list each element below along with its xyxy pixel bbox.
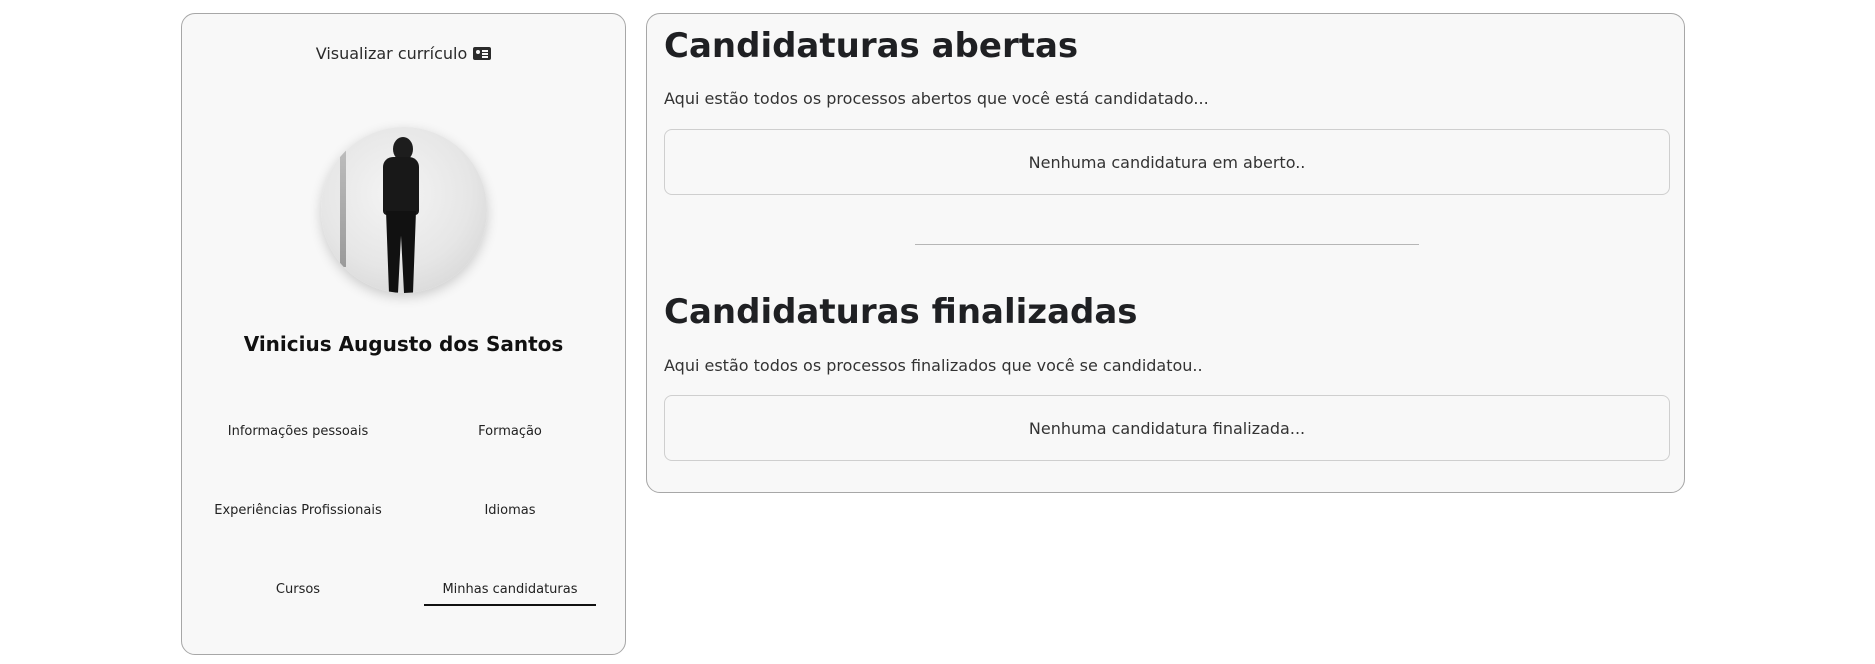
finished-applications-empty: Nenhuma candidatura finalizada... [664, 395, 1670, 461]
profile-card: Visualizar currículo Vinicius Augusto do… [181, 13, 626, 655]
nav-idiomas[interactable]: Idiomas [420, 503, 600, 518]
avatar [321, 127, 487, 293]
open-applications-title: Candidaturas abertas [664, 26, 1079, 66]
user-name: Vinicius Augusto dos Santos [243, 332, 564, 356]
nav-experiencias-profissionais[interactable]: Experiências Profissionais [208, 503, 388, 518]
nav-informacoes-pessoais[interactable]: Informações pessoais [208, 424, 388, 439]
finished-applications-description: Aqui estão todos os processos finalizado… [664, 356, 1203, 375]
view-cv-label: Visualizar currículo [315, 44, 468, 63]
nav-cursos[interactable]: Cursos [208, 582, 388, 597]
open-applications-description: Aqui estão todos os processos abertos qu… [664, 89, 1209, 108]
finished-applications-empty-text: Nenhuma candidatura finalizada... [1028, 418, 1306, 438]
open-applications-empty: Nenhuma candidatura em aberto.. [664, 129, 1670, 195]
nav-minhas-candidaturas[interactable]: Minhas candidaturas [424, 582, 596, 606]
open-applications-empty-text: Nenhuma candidatura em aberto.. [1028, 152, 1306, 172]
applications-panel: Candidaturas abertas Aqui estão todos os… [646, 13, 1685, 493]
id-card-icon [473, 47, 492, 60]
view-cv-link[interactable]: Visualizar currículo [182, 44, 625, 63]
finished-applications-title: Candidaturas finalizadas [664, 292, 1138, 332]
nav-formacao[interactable]: Formação [420, 424, 600, 439]
section-divider [915, 244, 1419, 245]
